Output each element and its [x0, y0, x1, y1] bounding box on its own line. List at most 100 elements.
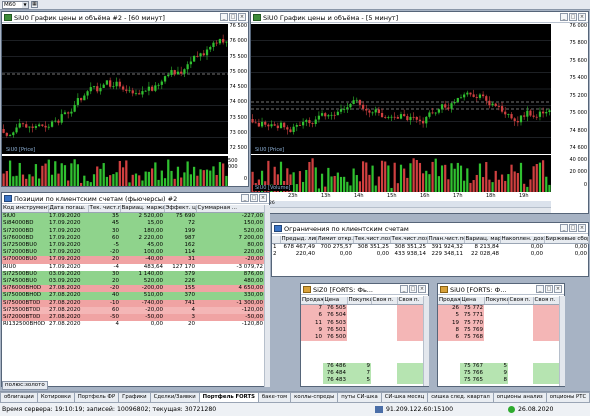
bid-row[interactable]: 75 766 9	[438, 369, 559, 378]
column-header[interactable]: Цена	[460, 297, 485, 306]
column-header[interactable]: Накоплен. доход	[500, 236, 545, 245]
column-header[interactable]: Эффект. цена	[164, 205, 197, 214]
workspace-tab[interactable]: СИ-шка месяц	[380, 392, 429, 402]
close-icon[interactable]: ×	[238, 13, 246, 21]
column-header[interactable]: Предыд. лимит	[280, 236, 317, 245]
table-row[interactable]: Si73500BT0D 27.08.2020 60 -20,00 4 -120,00	[2, 306, 264, 315]
column-header[interactable]: Своя п.	[371, 297, 398, 306]
orderbook1-scrollbar[interactable]	[423, 296, 429, 386]
close-icon[interactable]: ×	[418, 285, 426, 293]
spread-row[interactable]	[438, 348, 559, 356]
table-row[interactable]: 1 678 467,49 700 275,57 308 351,25 308 351,2…	[272, 243, 588, 252]
close-icon[interactable]: ×	[578, 224, 586, 232]
workspace-tab[interactable]: Портфель FORTS	[198, 392, 259, 402]
minimize-icon[interactable]: _	[400, 285, 408, 293]
workspace-tab[interactable]: баке-том	[257, 392, 292, 402]
column-header[interactable]: Тек.чист.поз.	[390, 236, 428, 245]
table-row[interactable]: Si70000BU0 17.09.2020 20 -40,00 31 -20,00	[2, 256, 264, 264]
timeframe-combo[interactable]: M60 ▼	[2, 1, 29, 9]
column-header[interactable]: План.чист.поз.	[427, 236, 465, 245]
ask-row[interactable]: 6 76 504	[301, 312, 423, 320]
maximize-icon[interactable]: □	[409, 285, 417, 293]
workspace-tab[interactable]: опционы РТС	[545, 392, 590, 402]
ask-row[interactable]: 9 76 501	[301, 326, 423, 335]
column-header[interactable]: Тек. чист.поз.	[88, 205, 121, 214]
ask-row[interactable]: 6 75 768	[438, 334, 559, 342]
spread-row[interactable]	[301, 348, 423, 356]
minimize-icon[interactable]: _	[241, 194, 249, 202]
ask-row[interactable]: 7 76 505	[301, 304, 423, 313]
minimized-window-tab[interactable]: полюс:золото	[2, 381, 48, 390]
column-header[interactable]: Покупка	[484, 297, 509, 306]
workspace-tab[interactable]: Котировки	[36, 392, 75, 402]
table-row[interactable]: RIU0 17.09.2020 -4 483,64 127 170 -3 079,72	[2, 263, 264, 271]
column-header[interactable]: Цена	[323, 297, 348, 306]
column-header[interactable]: Своя п.	[397, 297, 424, 306]
column-header[interactable]: Код инструмента	[2, 205, 49, 214]
column-header[interactable]: Дата погаш.	[48, 205, 89, 214]
workspace-tab[interactable]: коллы-спреды	[290, 392, 339, 402]
ask-row[interactable]: 19 75 770	[438, 319, 559, 327]
column-header[interactable]: Суммарная ...	[196, 205, 265, 214]
column-header[interactable]: Продаж	[438, 297, 461, 306]
minimize-icon[interactable]: _	[560, 13, 568, 21]
table-row[interactable]: Si72000BU0 17.09.2020 -20 100,00 114 220,00	[2, 249, 264, 257]
maximize-icon[interactable]: □	[545, 285, 553, 293]
ask-row[interactable]: 5 75 771	[438, 312, 559, 320]
column-header[interactable]: Покупка	[347, 297, 372, 306]
table-row[interactable]: Si72500BU0 03.09.2020 30 1 140,00 379 876,00	[2, 270, 264, 279]
close-icon[interactable]: ×	[554, 285, 562, 293]
spread-row[interactable]	[438, 355, 559, 363]
minimize-icon[interactable]: _	[536, 285, 544, 293]
column-header[interactable]: Тек.чист.поз.	[353, 236, 391, 245]
bid-row[interactable]: 76 484 7	[301, 369, 423, 378]
maximize-icon[interactable]: □	[250, 194, 258, 202]
spread-row[interactable]	[438, 341, 559, 349]
close-icon[interactable]: ×	[259, 194, 267, 202]
table-row[interactable]: Si76000BD 17.09.2020 60 2 220,00 987 7 200,00	[2, 234, 264, 243]
workspace-tab[interactable]: облигации	[0, 392, 38, 402]
column-header[interactable]: Вариац. маржа	[464, 236, 501, 245]
column-header[interactable]: Своя п.	[508, 297, 534, 306]
chevron-down-icon[interactable]: ▼	[22, 2, 28, 8]
close-icon[interactable]: ×	[578, 13, 586, 21]
workspace-tab[interactable]: Портфель ФР	[73, 392, 120, 402]
chart2-scrollbar[interactable]	[251, 207, 551, 213]
column-header[interactable]	[272, 236, 281, 245]
table-row[interactable]: Si75000BT0D 27.08.2020 -10 -740,00 741 -1 300…	[2, 299, 264, 307]
chart1-price-pane[interactable]: SiU0 [Price]	[2, 24, 228, 154]
spread-row[interactable]	[301, 355, 423, 363]
minimize-icon[interactable]: _	[560, 224, 568, 232]
table-row[interactable]: Si74500BU0 03.09.2020 20 520,00 226 480,00	[2, 278, 264, 286]
table-row[interactable]: Si72000BD 17.09.2020 30 180,00 199 520,00	[2, 227, 264, 235]
table-row[interactable]: Si84000BD 17.09.2020 45 15,00 72 150,00	[2, 220, 264, 228]
table-row[interactable]: 2 220,40 0,00 0,00 433 938,14 229 348,11 22 02…	[272, 251, 588, 259]
column-header[interactable]: Вариац. маржа	[120, 205, 165, 214]
ask-row[interactable]: 26 75 772	[438, 304, 559, 313]
workspace-tab[interactable]: путы СИ-шка	[337, 392, 382, 402]
table-row[interactable]: SiU0 17.09.2020 35 2 520,00 75 690 -227,00	[2, 212, 264, 221]
minimize-icon[interactable]: _	[220, 13, 228, 21]
maximize-icon[interactable]: □	[569, 224, 577, 232]
table-row[interactable]: Si75000BH0D 27.08.2020 40 510,00 370 330,00	[2, 292, 264, 300]
ask-row[interactable]: 8 75 769	[438, 326, 559, 335]
column-header[interactable]: Лимит откр. п	[316, 236, 354, 245]
table-row[interactable]: Si72500BU0 17.09.2020 -5 45,00 162 80,00	[2, 242, 264, 250]
bid-row[interactable]: 76 486 9	[301, 362, 423, 370]
ask-row[interactable]: 11 76 503	[301, 319, 423, 327]
workspace-tab[interactable]: опционы анализ	[492, 392, 547, 402]
table-row[interactable]: Si72000BT0D 27.08.2020 -50 -50,00 3 -50,00	[2, 314, 264, 322]
bid-row[interactable]: 75 765 8	[438, 377, 559, 385]
maximize-icon[interactable]: □	[569, 13, 577, 21]
maximize-icon[interactable]: □	[229, 13, 237, 21]
ask-row[interactable]: 10 76 500	[301, 334, 423, 342]
workspace-tab[interactable]: сишка след. квартал	[427, 392, 494, 402]
column-header[interactable]: Продаж	[301, 297, 324, 306]
table-row[interactable]: Si76000BH0D 27.08.2020 -20 -200,00 155 4 650,…	[2, 285, 264, 293]
positions-scrollbar[interactable]	[264, 205, 270, 387]
column-header[interactable]: Своя п.	[533, 297, 560, 306]
bid-row[interactable]: 75 767 5	[438, 362, 559, 370]
chart1-volume-pane[interactable]	[2, 156, 228, 186]
chart2-price-pane[interactable]: SiU0 [Price]	[251, 24, 551, 154]
spread-row[interactable]	[301, 341, 423, 349]
